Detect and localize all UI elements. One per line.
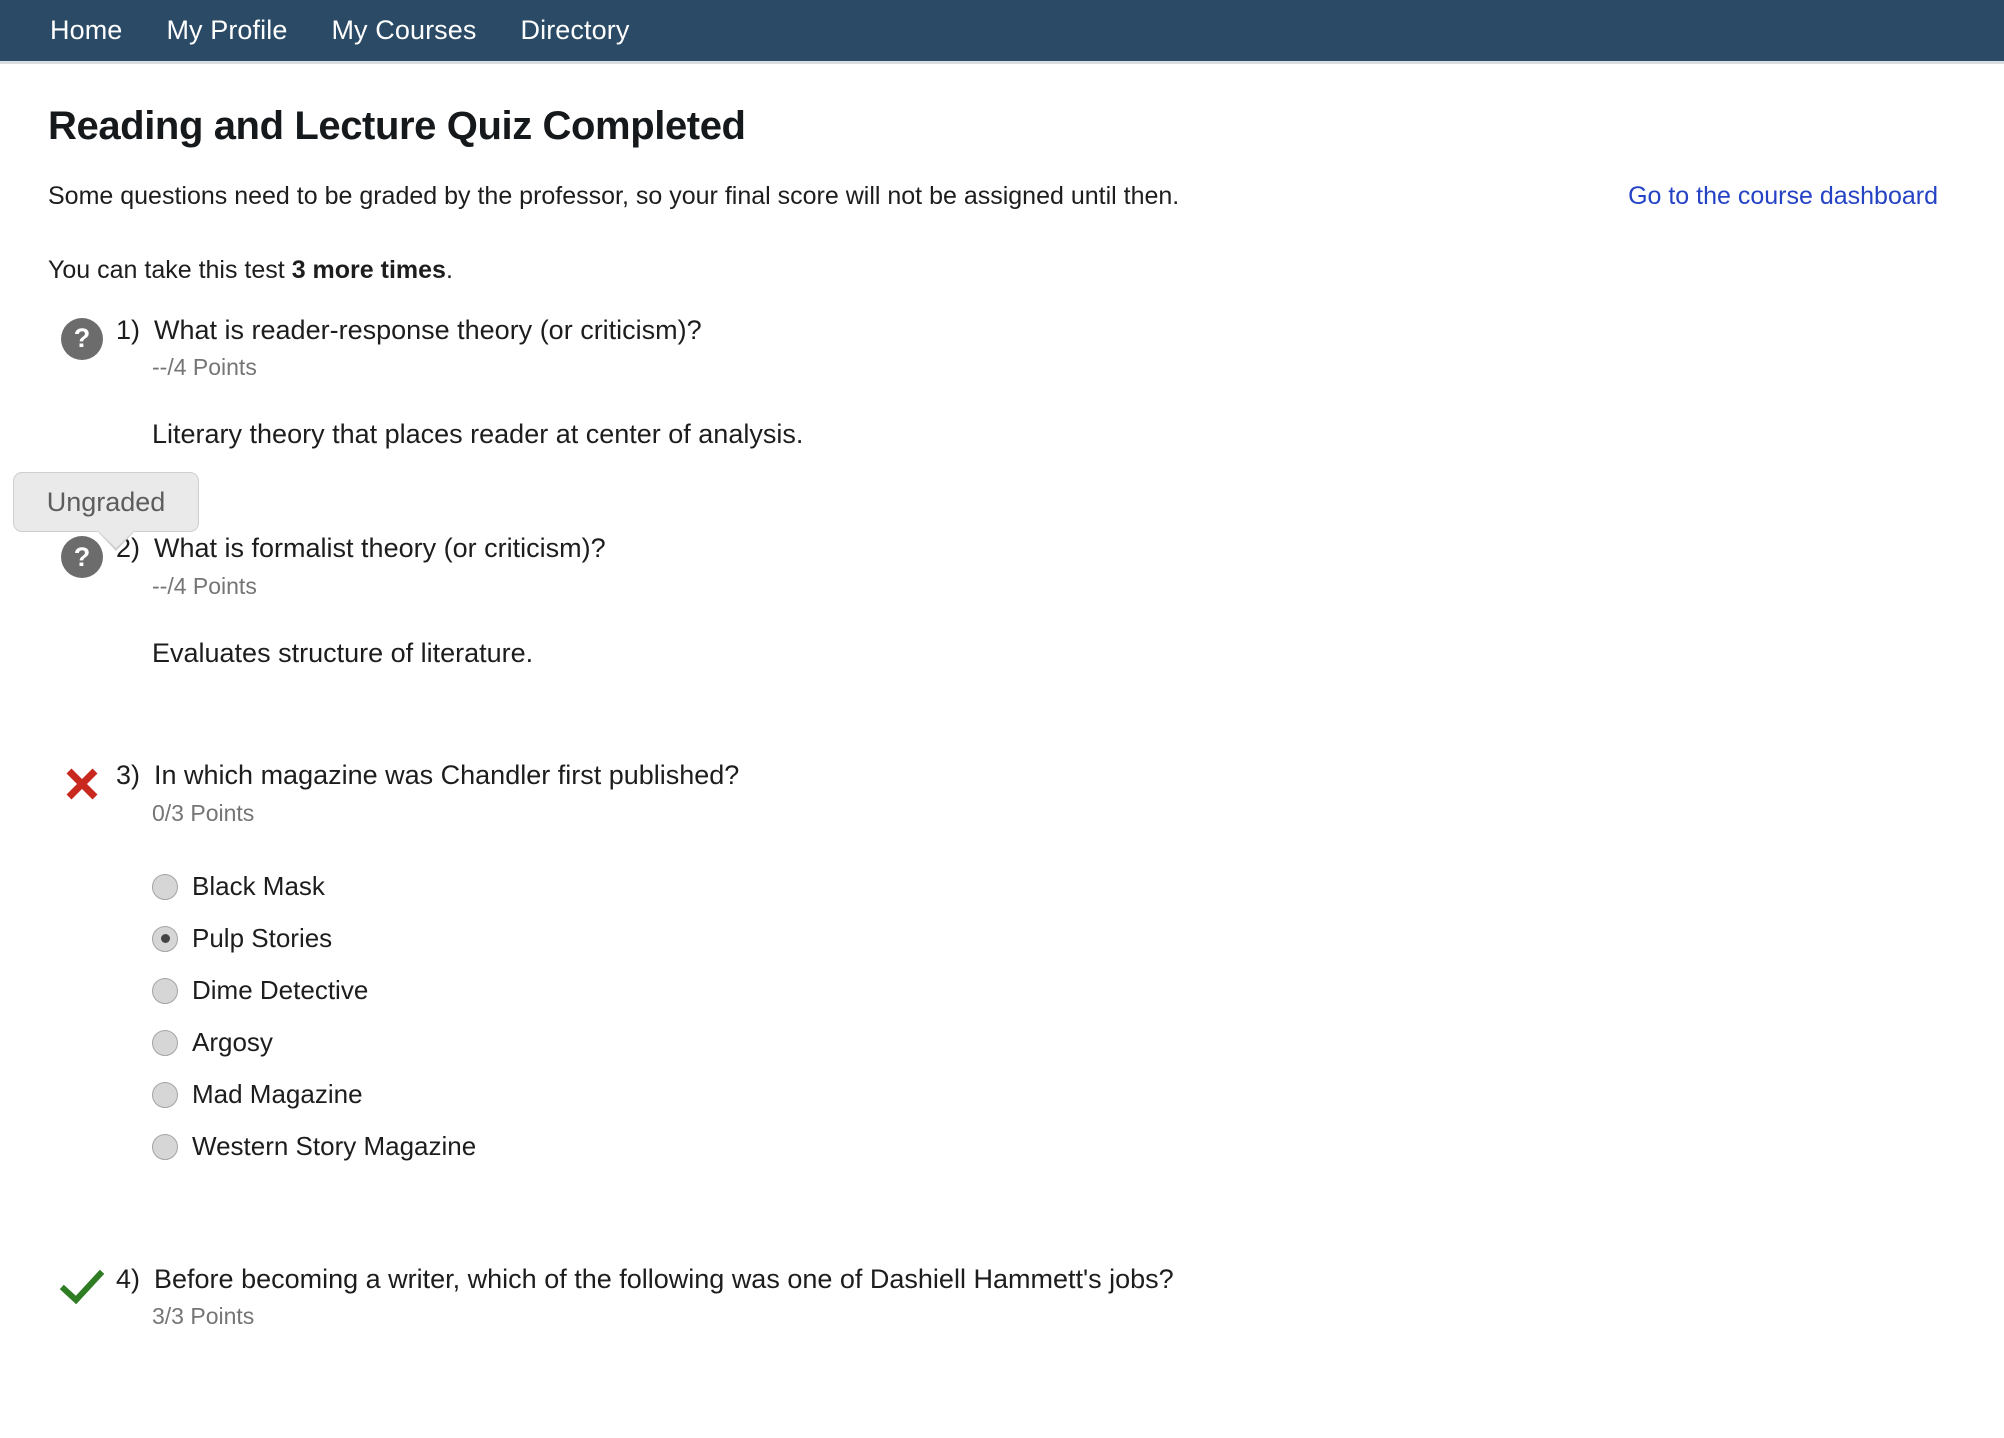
answer-choice-label: Western Story Magazine bbox=[192, 1131, 477, 1162]
nav-item-my-courses[interactable]: My Courses bbox=[329, 13, 478, 48]
question-text: In which magazine was Chandler first pub… bbox=[154, 759, 740, 790]
question-heading: 2) What is formalist theory (or criticis… bbox=[116, 532, 1956, 566]
radio-button-icon[interactable] bbox=[152, 873, 178, 900]
question-points: 3/3 Points bbox=[152, 1303, 255, 1330]
ungraded-tooltip: Ungraded bbox=[13, 472, 199, 551]
answer-choice[interactable]: Black Mask bbox=[152, 861, 1956, 913]
nav-item-directory[interactable]: Directory bbox=[519, 13, 632, 48]
attempts-suffix: . bbox=[445, 255, 453, 284]
question-body: 1) What is reader-response theory (or cr… bbox=[116, 314, 1956, 453]
ungraded-tooltip-label: Ungraded bbox=[46, 486, 166, 517]
nav-item-home[interactable]: Home bbox=[48, 13, 124, 48]
question-answer: Literary theory that places reader at ce… bbox=[152, 419, 804, 450]
question-points: --/4 Points bbox=[152, 572, 257, 599]
question-status-column: ? bbox=[48, 314, 116, 360]
answer-choice-label: Pulp Stories bbox=[192, 923, 333, 954]
x-mark-icon bbox=[66, 768, 98, 800]
question-status-column bbox=[48, 759, 116, 805]
question-points: 0/3 Points bbox=[152, 799, 255, 826]
answer-choice-label: Dime Detective bbox=[192, 975, 369, 1006]
answer-choice-label: Mad Magazine bbox=[192, 1079, 363, 1110]
attempts-remaining-text: You can take this test 3 more times. bbox=[48, 254, 1956, 288]
attempts-count: 3 more times bbox=[291, 255, 446, 284]
answer-choice[interactable]: Dime Detective bbox=[152, 965, 1956, 1017]
question-text: What is formalist theory (or criticism)? bbox=[154, 533, 606, 564]
go-to-course-dashboard-link[interactable]: Go to the course dashboard bbox=[1628, 180, 1956, 214]
question-body: 4) Before becoming a writer, which of th… bbox=[116, 1263, 1956, 1333]
question-heading: 3) In which magazine was Chandler first … bbox=[116, 759, 1956, 793]
question-heading: 4) Before becoming a writer, which of th… bbox=[116, 1263, 1956, 1297]
intro-row: Some questions need to be graded by the … bbox=[48, 180, 1956, 214]
question-mark-icon[interactable]: ? bbox=[61, 317, 103, 360]
answer-choice-list: Black Mask Pulp Stories Dime Detective A… bbox=[152, 861, 1956, 1173]
question-number: 3) bbox=[116, 759, 141, 790]
radio-button-icon[interactable] bbox=[152, 1133, 178, 1160]
title-row: Reading and Lecture Quiz Completed bbox=[48, 102, 1956, 150]
radio-button-icon-selected[interactable] bbox=[152, 925, 178, 952]
answer-choice[interactable]: Pulp Stories bbox=[152, 913, 1956, 965]
question-body: 3) In which magazine was Chandler first … bbox=[116, 759, 1956, 1173]
radio-button-icon[interactable] bbox=[152, 1081, 178, 1108]
answer-choice-label: Argosy bbox=[192, 1027, 273, 1058]
top-navigation-bar: Home My Profile My Courses Directory bbox=[0, 0, 2004, 64]
question-number: 4) bbox=[116, 1263, 141, 1294]
page-content: Reading and Lecture Quiz Completed Some … bbox=[0, 102, 2004, 1332]
question-points: --/4 Points bbox=[152, 354, 257, 381]
question-item: 3) In which magazine was Chandler first … bbox=[48, 759, 1956, 1173]
question-item: ? 1) What is reader-response theory (or … bbox=[48, 314, 1956, 453]
grading-notice: Some questions need to be graded by the … bbox=[48, 182, 1180, 210]
attempts-prefix: You can take this test bbox=[48, 255, 292, 284]
page-title: Reading and Lecture Quiz Completed bbox=[48, 104, 746, 148]
radio-button-icon[interactable] bbox=[152, 977, 178, 1004]
check-mark-icon bbox=[59, 1269, 105, 1304]
question-text: What is reader-response theory (or criti… bbox=[154, 314, 702, 345]
question-number: 1) bbox=[116, 314, 141, 345]
answer-choice[interactable]: Western Story Magazine bbox=[152, 1121, 1956, 1173]
question-text: Before becoming a writer, which of the f… bbox=[154, 1263, 1174, 1294]
answer-choice[interactable]: Mad Magazine bbox=[152, 1069, 1956, 1121]
question-item: 4) Before becoming a writer, which of th… bbox=[48, 1263, 1956, 1333]
radio-button-icon[interactable] bbox=[152, 1029, 178, 1056]
answer-choice-label: Black Mask bbox=[192, 871, 325, 902]
question-item: ? 2) What is formalist theory (or critic… bbox=[48, 532, 1956, 671]
question-heading: 1) What is reader-response theory (or cr… bbox=[116, 314, 1956, 348]
nav-item-my-profile[interactable]: My Profile bbox=[164, 13, 289, 48]
question-body: 2) What is formalist theory (or criticis… bbox=[116, 532, 1956, 671]
tooltip-arrow-inner bbox=[97, 530, 135, 548]
question-answer: Evaluates structure of literature. bbox=[152, 637, 534, 668]
answer-choice[interactable]: Argosy bbox=[152, 1017, 1956, 1069]
question-list: ? 1) What is reader-response theory (or … bbox=[48, 314, 1956, 1333]
question-status-column bbox=[48, 1263, 116, 1309]
